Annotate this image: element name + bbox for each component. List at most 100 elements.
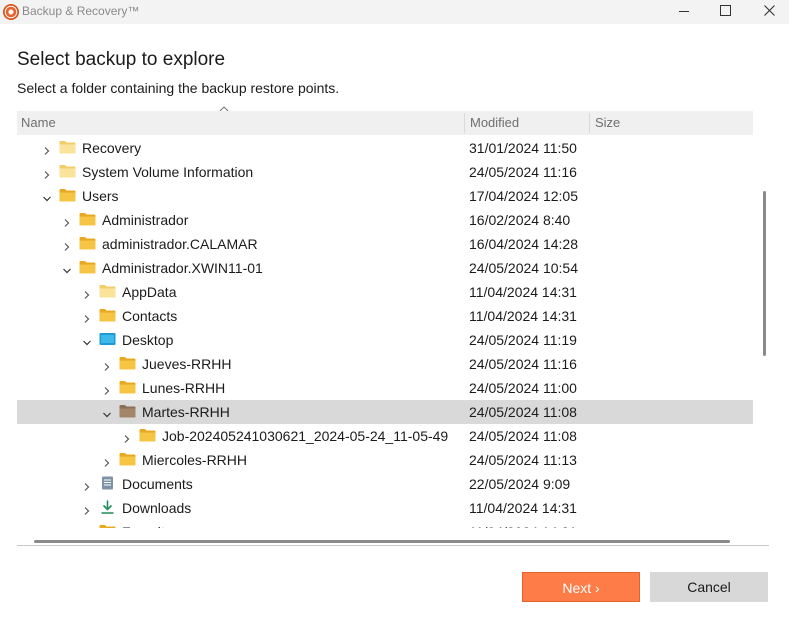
tree-row[interactable]: Documents 22/05/2024 9:09: [17, 472, 753, 496]
tree-row-modified: 24/05/2024 11:08: [469, 428, 577, 444]
tree-row[interactable]: Administrador.XWIN11-01 24/05/2024 10:54: [17, 256, 753, 280]
tree-row-name: System Volume Information: [82, 164, 254, 180]
tree-row[interactable]: AppData 11/04/2024 14:31: [17, 280, 753, 304]
tree-row-modified: 24/05/2024 11:08: [469, 404, 577, 420]
title-bar: Backup & Recovery™: [0, 0, 789, 24]
folder-icon: [139, 428, 156, 442]
tree-row-modified: 11/04/2024 14:31: [469, 284, 577, 300]
tree-row-modified: 24/05/2024 11:16: [469, 164, 577, 180]
tree-row-name: Downloads: [122, 500, 192, 516]
tree-row-name: Documents: [122, 476, 193, 492]
tree-row-name: Contacts: [122, 308, 178, 324]
column-header-modified[interactable]: Modified: [470, 115, 519, 130]
tree-row-name: Lunes-RRHH: [142, 380, 226, 396]
folder-icon: [119, 452, 136, 466]
tree-row[interactable]: Recovery 31/01/2024 11:50: [17, 136, 753, 160]
chevron-down-icon[interactable]: [102, 407, 112, 418]
tree-row[interactable]: administrador.CALAMAR 16/04/2024 14:28: [17, 232, 753, 256]
vertical-scrollbar[interactable]: [763, 191, 766, 356]
close-icon: [764, 5, 775, 16]
close-button[interactable]: [746, 0, 789, 24]
cancel-button[interactable]: Cancel: [650, 572, 768, 602]
dialog-heading: Select backup to explore: [17, 49, 226, 70]
folder-icon: [79, 212, 96, 226]
column-header-name[interactable]: Name: [21, 115, 56, 130]
chevron-right-icon[interactable]: [42, 167, 52, 179]
tree-row-modified: 31/01/2024 11:50: [469, 140, 577, 156]
chevron-right-icon[interactable]: [122, 431, 132, 443]
chevron-right-icon[interactable]: [102, 383, 112, 395]
tree-row-modified: 24/05/2024 11:13: [469, 452, 577, 468]
chevron-down-icon[interactable]: [42, 191, 52, 202]
contacts-folder-icon: [99, 308, 116, 322]
folder-icon: [79, 236, 96, 250]
folder-light-icon: [59, 164, 76, 178]
tree-row-modified: 22/05/2024 9:09: [469, 476, 571, 492]
chevron-right-icon[interactable]: [102, 359, 112, 371]
chevron-down-icon[interactable]: [62, 263, 72, 274]
tree-row-modified: 24/05/2024 10:54: [469, 260, 578, 276]
download-icon: [99, 500, 116, 514]
chevron-right-icon[interactable]: [62, 215, 72, 227]
tree-row-modified: 11/04/2024 14:31: [469, 308, 577, 324]
column-divider[interactable]: [589, 113, 590, 133]
window-title: Backup & Recovery™: [22, 4, 140, 18]
tree-row[interactable]: Favorites 11/04/2024 14:31: [17, 520, 753, 528]
tree-row[interactable]: System Volume Information 24/05/2024 11:1…: [17, 160, 753, 184]
folder-icon: [79, 260, 96, 274]
tree-row-name: Job-202405241030621_2024-05-24_11-05-49: [162, 428, 449, 444]
tree-row[interactable]: Desktop 24/05/2024 11:19: [17, 328, 753, 352]
chevron-right-icon[interactable]: [82, 311, 92, 323]
chevron-right-icon[interactable]: [82, 527, 92, 528]
tree-row-name: Administrador.XWIN11-01: [102, 260, 263, 276]
tree-row-name: Martes-RRHH: [142, 404, 230, 420]
tree-row-modified: 16/02/2024 8:40: [469, 212, 571, 228]
tree-row-name: Favorites: [122, 524, 180, 528]
tree-row-name: Jueves-RRHH: [142, 356, 232, 372]
folder-dark-icon: [119, 404, 136, 418]
chevron-right-icon[interactable]: [82, 503, 92, 515]
folder-icon: [119, 380, 136, 394]
horizontal-scrollbar[interactable]: [34, 540, 730, 543]
maximize-button[interactable]: [702, 0, 748, 24]
column-header-size[interactable]: Size: [595, 115, 620, 130]
tree-row-modified: 17/04/2024 12:05: [469, 188, 578, 204]
tree-row-modified: 11/04/2024 14:31: [469, 524, 577, 528]
tree-row[interactable]: Jueves-RRHH 24/05/2024 11:16: [17, 352, 753, 376]
folder-icon: [59, 188, 76, 202]
tree-row-modified: 11/04/2024 14:31: [469, 500, 577, 516]
tree-row[interactable]: Miercoles-RRHH 24/05/2024 11:13: [17, 448, 753, 472]
tree-row[interactable]: Job-202405241030621_2024-05-24_11-05-49 2…: [17, 424, 753, 448]
folder-light-icon: [59, 140, 76, 154]
tree-row[interactable]: Administrador 16/02/2024 8:40: [17, 208, 753, 232]
tree-row-modified: 24/05/2024 11:16: [469, 356, 577, 372]
tree-row-name: Miercoles-RRHH: [142, 452, 248, 468]
tree-row[interactable]: Users 17/04/2024 12:05: [17, 184, 753, 208]
chevron-right-icon[interactable]: [62, 239, 72, 251]
tree-row-modified: 24/05/2024 11:00: [469, 380, 577, 396]
chevron-right-icon[interactable]: [82, 479, 92, 491]
chevron-down-icon[interactable]: [82, 335, 92, 346]
tree-row[interactable]: Martes-RRHH 24/05/2024 11:08: [17, 400, 753, 424]
tree-row[interactable]: Contacts 11/04/2024 14:31: [17, 304, 753, 328]
minimize-button[interactable]: [660, 0, 706, 24]
column-header-bar: Name Modified Size: [17, 111, 753, 135]
tree-row-name: Desktop: [122, 332, 174, 348]
tree-row[interactable]: Lunes-RRHH 24/05/2024 11:00: [17, 376, 753, 400]
tree-row[interactable]: Downloads 11/04/2024 14:31: [17, 496, 753, 520]
dialog-subheading: Select a folder containing the backup re…: [17, 80, 340, 96]
tree-row-name: AppData: [122, 284, 177, 300]
desktop-folder-icon: [99, 332, 116, 346]
next-button[interactable]: Next ›: [522, 572, 640, 602]
footer-divider: [17, 545, 769, 546]
chevron-right-icon[interactable]: [102, 455, 112, 467]
folder-light-icon: [99, 284, 116, 298]
folder-icon: [119, 356, 136, 370]
app-logo-icon: [3, 4, 19, 20]
tree-row-name: Administrador: [102, 212, 189, 228]
chevron-right-icon[interactable]: [42, 143, 52, 155]
documents-icon: [99, 476, 116, 490]
chevron-right-icon[interactable]: [82, 287, 92, 299]
tree-row-modified: 24/05/2024 11:19: [469, 332, 577, 348]
column-divider[interactable]: [464, 113, 465, 133]
